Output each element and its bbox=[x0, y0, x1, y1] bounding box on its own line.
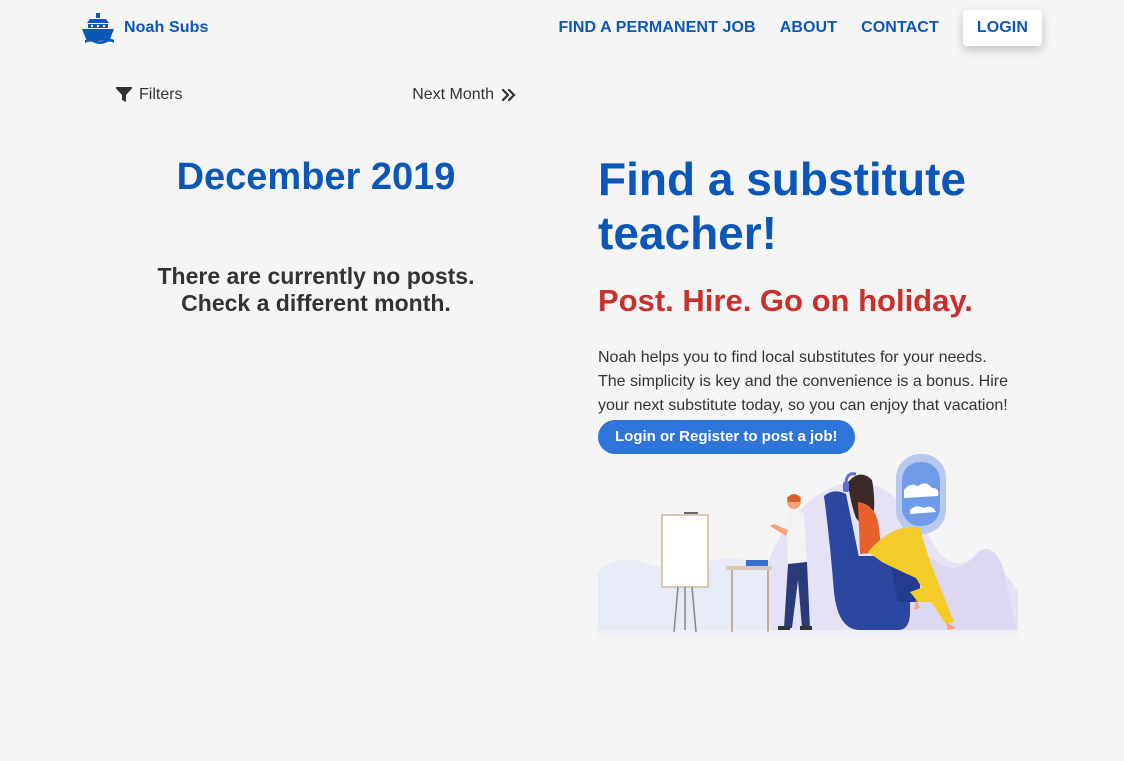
login-button[interactable]: LOGIN bbox=[962, 10, 1042, 46]
vacation-illustration bbox=[598, 454, 1018, 636]
empty-message-line-2: Check a different month. bbox=[181, 290, 451, 316]
nav-find-permanent-job[interactable]: FIND A PERMANENT JOB bbox=[546, 10, 767, 46]
main-nav: FIND A PERMANENT JOB ABOUT CONTACT LOGIN bbox=[546, 10, 1042, 46]
ark-ship-icon bbox=[82, 13, 114, 44]
next-month-button[interactable]: Next Month bbox=[412, 86, 516, 104]
empty-posts-message: There are currently no posts. Check a di… bbox=[116, 263, 516, 317]
page: Noah Subs FIND A PERMANENT JOB ABOUT CON… bbox=[0, 0, 1124, 761]
calendar-toolbar: Filters Next Month bbox=[116, 86, 516, 110]
filters-label: Filters bbox=[139, 86, 183, 103]
filters-button[interactable]: Filters bbox=[116, 86, 183, 104]
login-register-cta-button[interactable]: Login or Register to post a job! bbox=[598, 420, 855, 454]
hero-subtitle: Post. Hire. Go on holiday. bbox=[598, 283, 973, 318]
next-month-label: Next Month bbox=[412, 86, 494, 103]
nav-about[interactable]: ABOUT bbox=[768, 10, 849, 46]
hero-title: Find a substitute teacher! bbox=[598, 153, 966, 259]
brand-home-link[interactable]: Noah Subs bbox=[81, 12, 208, 44]
nav-contact[interactable]: CONTACT bbox=[849, 10, 951, 46]
brand-name: Noah Subs bbox=[124, 19, 209, 36]
filter-icon bbox=[116, 87, 132, 102]
empty-message-line-1: There are currently no posts. bbox=[157, 263, 475, 289]
double-chevron-right-icon bbox=[502, 88, 516, 102]
hero-description: Noah helps you to find local substitutes… bbox=[598, 349, 1008, 414]
month-title: December 2019 bbox=[176, 156, 456, 198]
